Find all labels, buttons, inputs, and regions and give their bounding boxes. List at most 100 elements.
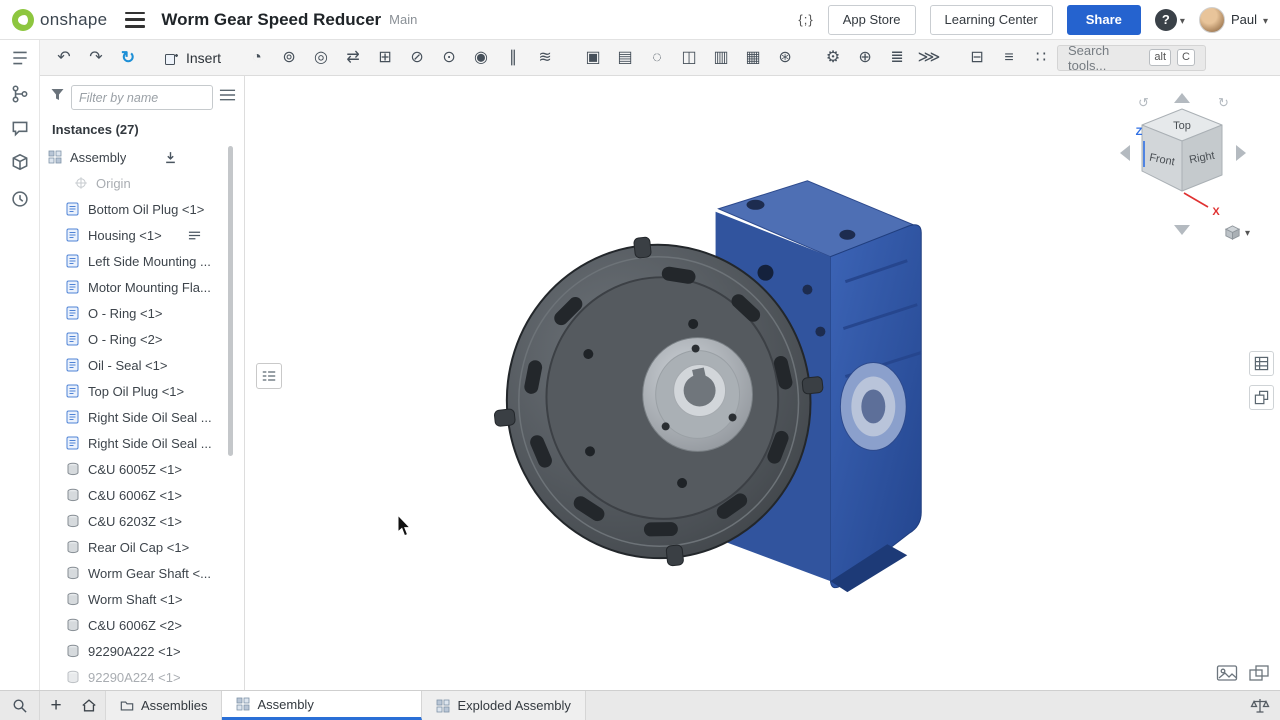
tab-assembly[interactable]: Assembly [222,691,422,720]
tree-item[interactable]: Worm Shaft <1> [40,586,230,612]
mirror-icon[interactable]: ◫ [673,43,705,73]
tree-item[interactable]: 92290A222 <1> [40,638,230,664]
parallel-mate-icon[interactable]: ∥ [497,43,529,73]
home-tab-icon[interactable] [72,691,106,720]
tree-item[interactable]: Left Side Mounting ... [40,248,230,274]
update-sync-icon[interactable]: ↻ [112,43,144,73]
search-tools[interactable]: Search tools... alt C [1057,45,1206,71]
featurescript-icon[interactable]: {;} [798,12,813,27]
history-icon[interactable] [10,189,30,209]
viewcube-arrow-up[interactable] [1174,93,1190,103]
render-quality-icon[interactable] [1216,664,1238,682]
group-icon[interactable]: ⊚ [273,43,305,73]
tree-item[interactable]: Assembly [40,144,230,170]
tree-item[interactable]: Right Side Oil Seal ... [40,404,230,430]
document-outline-icon[interactable] [10,48,30,68]
tree-item[interactable]: 92290A224 <1> [40,664,230,690]
parts-help-icon[interactable] [10,152,30,172]
linear-pattern-icon[interactable]: ▤ [609,43,641,73]
app-store-button[interactable]: App Store [828,5,916,35]
screw-relation-icon[interactable]: ≣ [881,43,913,73]
interference-icon[interactable]: ∷ [1025,43,1057,73]
tree-item[interactable]: Origin [40,170,230,196]
undo-icon[interactable]: ↶ [48,43,80,73]
tab-assemblies-folder[interactable]: Assemblies [106,691,222,720]
tree-item[interactable]: Housing <1> [40,222,230,248]
tree-item[interactable]: C&U 6006Z <1> [40,482,230,508]
folder-icon [120,699,134,713]
bom-table-panel-icon[interactable] [1249,351,1274,376]
main-menu-icon[interactable] [125,12,145,28]
replicate-icon[interactable]: ▣ [577,43,609,73]
belt-relation-icon[interactable]: ⋙ [913,43,945,73]
bom-icon[interactable]: ≡ [993,43,1025,73]
tree-item-label: 92290A222 <1> [88,644,181,659]
part-type-icon [66,462,80,476]
view-layers-icon[interactable] [1248,664,1270,682]
share-button[interactable]: Share [1067,5,1141,35]
tree-item[interactable]: Bottom Oil Plug <1> [40,196,230,222]
search-tabs-icon[interactable] [0,691,40,720]
filter-icon[interactable] [50,88,65,107]
tree-item-label: Top Oil Plug <1> [88,384,184,399]
tree-item-label: O - Ring <2> [88,332,162,347]
named-views-dropdown[interactable] [1224,223,1250,241]
pattern-icon[interactable]: ▦ [737,43,769,73]
viewcube-rotate-ccw-icon[interactable]: ↺ [1138,95,1149,110]
create-tab-button[interactable]: + [40,691,72,720]
assembly-tab-icon [236,697,250,711]
output-shaft-part[interactable] [643,338,753,452]
part-type-icon [66,306,80,320]
tree-item[interactable]: C&U 6006Z <2> [40,612,230,638]
graphics-viewport[interactable]: ↺ ↻ Top Front Right Z X [246,77,1280,690]
part-type-icon [66,228,80,242]
gear-relation-icon[interactable]: ⚙ [817,43,849,73]
tab-exploded-assembly[interactable]: Exploded Assembly [422,691,585,720]
user-menu[interactable]: Paul [1199,7,1268,33]
tree-item-label: Bottom Oil Plug <1> [88,202,204,217]
pin-slot-mate-icon[interactable]: ⊙ [433,43,465,73]
rack-pinion-relation-icon[interactable]: ⊕ [849,43,881,73]
features-flyout-handle[interactable] [256,363,282,389]
tree-scrollbar[interactable] [228,146,233,456]
workspace-name[interactable]: Main [389,12,417,27]
circular-pattern-icon[interactable]: ◌ [641,43,673,73]
onshape-logo[interactable]: onshape [12,9,107,31]
comments-icon[interactable] [10,118,30,138]
help-menu[interactable]: ? [1155,9,1185,31]
insert-button[interactable]: Insert [154,43,231,73]
tree-item[interactable]: C&U 6203Z <1> [40,508,230,534]
tree-item[interactable]: Oil - Seal <1> [40,352,230,378]
compare-scale-icon[interactable] [1240,691,1280,720]
tree-item[interactable]: O - Ring <2> [40,326,230,352]
cylindrical-mate-icon[interactable]: ⊘ [401,43,433,73]
tangent-mate-icon[interactable]: ≋ [529,43,561,73]
tree-item[interactable]: O - Ring <1> [40,300,230,326]
tree-item[interactable]: Rear Oil Cap <1> [40,534,230,560]
display-states-icon[interactable]: ▥ [705,43,737,73]
viewcube-arrow-down[interactable] [1174,225,1190,235]
filter-input[interactable] [71,85,213,110]
tree-item[interactable]: Right Side Oil Seal ... [40,430,230,456]
planar-mate-icon[interactable]: ⊞ [369,43,401,73]
fastened-mate-icon[interactable]: ◎ [305,43,337,73]
redo-icon[interactable]: ↷ [80,43,112,73]
ball-mate-icon[interactable]: ◉ [465,43,497,73]
detach-panel-icon[interactable] [1249,385,1274,410]
update-version-icon[interactable] [164,151,177,164]
slider-mate-icon[interactable]: ⇄ [337,43,369,73]
tree-item[interactable]: C&U 6005Z <1> [40,456,230,482]
tree-item[interactable]: Motor Mounting Fla... [40,274,230,300]
tree-item[interactable]: Top Oil Plug <1> [40,378,230,404]
exploded-view-icon[interactable]: ⊛ [769,43,801,73]
mate-icon[interactable]: ◔ [241,43,273,73]
viewcube-arrow-left[interactable] [1120,145,1130,161]
viewcube-arrow-right[interactable] [1236,145,1246,161]
view-cube[interactable]: ↺ ↻ Top Front Right Z X [1108,85,1258,245]
viewcube-rotate-cw-icon[interactable]: ↻ [1218,95,1229,110]
tree-item[interactable]: Worm Gear Shaft <... [40,560,230,586]
list-view-icon[interactable] [219,88,236,107]
versions-icon[interactable] [10,84,30,104]
learning-center-button[interactable]: Learning Center [930,5,1053,35]
drawing-icon[interactable]: ⊟ [961,43,993,73]
